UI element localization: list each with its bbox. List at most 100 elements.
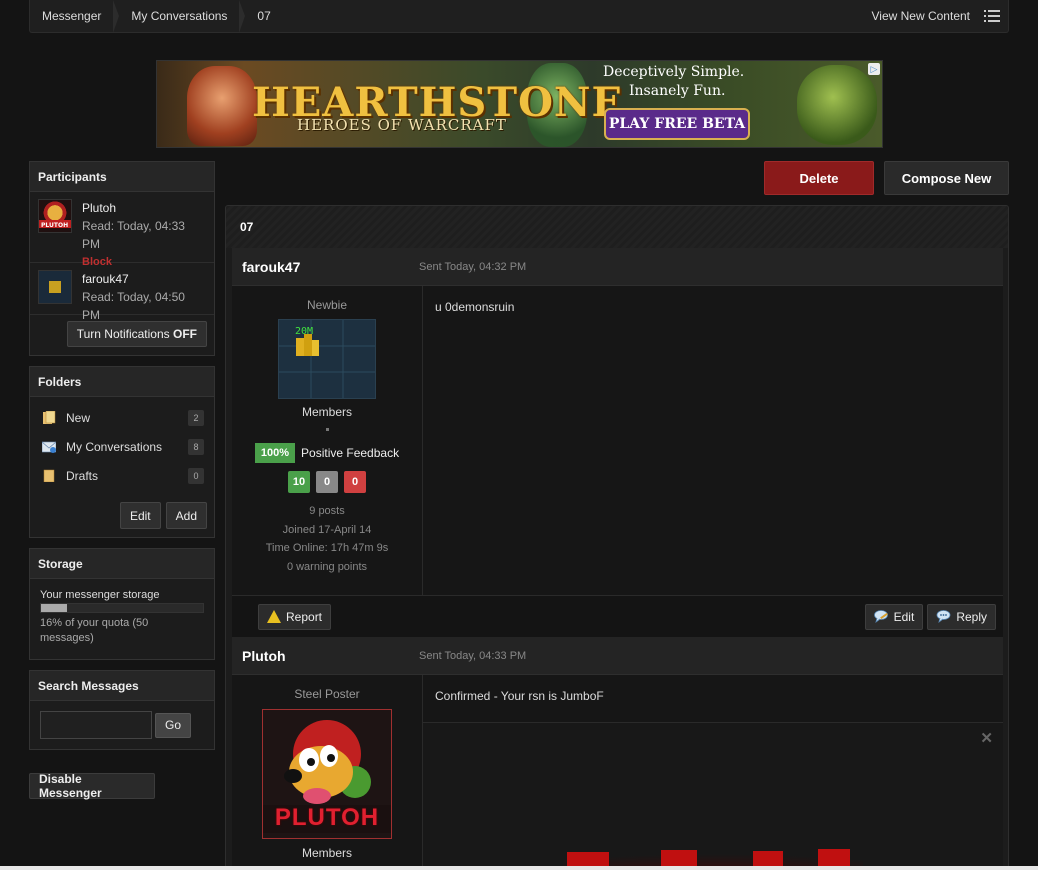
author-avatar[interactable]: 20M bbox=[278, 319, 376, 399]
hero-portrait-image bbox=[187, 66, 257, 146]
play-free-beta-button[interactable]: PLAY FREE BETA bbox=[604, 108, 750, 140]
message-content: u 0demonsruin bbox=[435, 300, 515, 314]
feedback-percentage: 100% bbox=[254, 443, 296, 463]
edit-label: Edit bbox=[893, 609, 915, 624]
hearthstone-subtitle: HEROES OF WARCRAFT bbox=[297, 116, 507, 134]
post-author-name[interactable]: Plutoh bbox=[242, 648, 419, 664]
participant-read-time: Read: Today, 04:50 PM bbox=[82, 290, 185, 322]
plutoh-avatar[interactable]: PLUTOH bbox=[38, 199, 72, 233]
folder-item-my-conversations[interactable]: My Conversations 8 bbox=[30, 432, 214, 461]
feedback-label[interactable]: Positive Feedback bbox=[301, 446, 399, 460]
author-warning-points: 0 warning points bbox=[286, 560, 368, 573]
post-header: farouk47 Sent Today, 04:32 PM bbox=[232, 248, 1003, 286]
author-rank: Newbie bbox=[306, 298, 348, 312]
folder-count-badge: 0 bbox=[188, 467, 204, 484]
window-bottom-edge bbox=[0, 866, 1038, 870]
ad-tagline-1: Deceptively Simple. bbox=[603, 64, 745, 80]
folder-drafts-icon bbox=[43, 469, 55, 482]
message-post: farouk47 Sent Today, 04:32 PM Newbie 20M… bbox=[232, 248, 1003, 637]
author-group: Members bbox=[301, 846, 352, 860]
edit-bubble-icon bbox=[873, 610, 888, 623]
disable-messenger-button[interactable]: Disable Messenger bbox=[29, 772, 155, 800]
storage-title: Storage bbox=[30, 549, 214, 579]
message-post: Plutoh Sent Today, 04:33 PM Steel Poster bbox=[232, 637, 1003, 869]
edit-folders-button[interactable]: Edit bbox=[119, 502, 161, 529]
author-post-count: 9 posts bbox=[309, 505, 345, 517]
participant-name[interactable]: Plutoh bbox=[82, 199, 206, 217]
breadcrumb-bar: Messenger My Conversations 07 View New C… bbox=[29, 0, 1009, 33]
mail-icon bbox=[42, 441, 56, 453]
neutral-feedback-count: 0 bbox=[316, 471, 338, 493]
folder-label: Drafts bbox=[66, 468, 99, 483]
notifications-state: OFF bbox=[173, 327, 197, 341]
avatar-overlay-text: 20M bbox=[295, 326, 314, 337]
message-content: Confirmed - Your rsn is JumboF bbox=[423, 675, 1003, 723]
separator-dot bbox=[325, 428, 329, 431]
report-button[interactable]: Report bbox=[258, 603, 332, 630]
folder-new-icon bbox=[43, 411, 56, 424]
add-folder-button[interactable]: Add bbox=[165, 502, 207, 529]
avatar-overlay-text: PLUTOH bbox=[274, 804, 380, 831]
participant-name[interactable]: farouk47 bbox=[82, 270, 206, 288]
toggle-notifications-button[interactable]: Turn Notifications OFF bbox=[66, 321, 207, 347]
folder-label: My Conversations bbox=[66, 439, 163, 454]
view-new-content-link[interactable]: View New Content bbox=[872, 9, 971, 23]
search-go-button[interactable]: Go bbox=[155, 712, 191, 738]
author-rank: Steel Poster bbox=[294, 687, 360, 701]
post-date: Sent Today, 04:32 PM bbox=[419, 260, 527, 273]
author-avatar[interactable]: PLUTOH bbox=[262, 709, 392, 839]
folder-item-new[interactable]: New 2 bbox=[30, 403, 214, 432]
search-panel: Search Messages Go bbox=[29, 670, 215, 750]
block-user-link[interactable]: Block bbox=[82, 253, 206, 271]
notifications-button-label: Turn Notifications bbox=[76, 327, 173, 341]
storage-progress-fill bbox=[41, 604, 67, 612]
participant-item: farouk47 Read: Today, 04:50 PM bbox=[30, 263, 214, 322]
delete-conversation-button[interactable]: Delete bbox=[764, 161, 874, 195]
ad-tagline-2: Insanely Fun. bbox=[629, 83, 726, 99]
participants-panel: Participants PLUTOH Plutoh Read: Today, … bbox=[29, 161, 215, 356]
participants-title: Participants bbox=[30, 162, 214, 192]
storage-label: Your messenger storage bbox=[40, 589, 160, 601]
folders-title: Folders bbox=[30, 367, 214, 397]
search-title: Search Messages bbox=[30, 671, 214, 701]
close-icon[interactable]: ✕ bbox=[980, 729, 993, 747]
storage-panel: Storage Your messenger storage 16% of yo… bbox=[29, 548, 215, 660]
author-info: Steel Poster PLUTOH Members bbox=[232, 675, 423, 869]
post-date: Sent Today, 04:33 PM bbox=[419, 649, 527, 662]
author-joined: Joined 17-April 14 bbox=[282, 523, 372, 536]
positive-feedback-count: 10 bbox=[288, 471, 310, 493]
folder-item-drafts[interactable]: Drafts 0 bbox=[30, 461, 214, 490]
post-author-name[interactable]: farouk47 bbox=[242, 259, 419, 275]
list-menu-icon[interactable] bbox=[984, 10, 1000, 22]
folder-label: New bbox=[66, 410, 91, 425]
search-messages-input[interactable] bbox=[40, 711, 152, 739]
folder-count-badge: 2 bbox=[188, 409, 204, 426]
advertisement-banner[interactable]: HEARTHSTONE HEROES OF WARCRAFT Deceptive… bbox=[156, 60, 883, 148]
storage-quota-text: 16% of your quota (50 messages) bbox=[40, 617, 149, 644]
reply-label: Reply bbox=[956, 609, 987, 624]
conversation-title: 07 bbox=[226, 206, 1008, 248]
breadcrumb-messenger[interactable]: Messenger bbox=[30, 0, 120, 33]
farouk47-avatar[interactable] bbox=[38, 270, 72, 304]
participant-read-time: Read: Today, 04:33 PM bbox=[82, 219, 185, 251]
author-time-online: Time Online: 17h 47m 9s bbox=[265, 542, 389, 554]
participant-item: PLUTOH Plutoh Read: Today, 04:33 PM Bloc… bbox=[30, 192, 214, 268]
report-label: Report bbox=[286, 609, 323, 624]
adchoices-icon[interactable]: ▷ bbox=[868, 63, 880, 75]
storage-progress-bar bbox=[40, 603, 204, 613]
edit-post-button[interactable]: Edit bbox=[864, 603, 924, 630]
warning-icon bbox=[267, 610, 281, 623]
svg-text:PLUTOH: PLUTOH bbox=[41, 222, 68, 229]
breadcrumb-current: 07 bbox=[257, 9, 271, 23]
orc-portrait-image bbox=[797, 65, 877, 145]
author-info: Newbie 20M Members 100% Positive Feedbac… bbox=[232, 286, 423, 595]
author-group: Members bbox=[301, 405, 352, 419]
breadcrumb-my-conversations[interactable]: My Conversations bbox=[119, 0, 246, 33]
compose-new-button[interactable]: Compose New bbox=[884, 161, 1009, 195]
embedded-image: ✕ bbox=[423, 723, 1003, 869]
post-header: Plutoh Sent Today, 04:33 PM bbox=[232, 637, 1003, 675]
reply-button[interactable]: Reply bbox=[927, 603, 996, 630]
conversation-panel: 07 farouk47 Sent Today, 04:32 PM Newbie bbox=[225, 205, 1009, 870]
post-footer: Report Edit Reply bbox=[232, 595, 1003, 637]
folders-panel: Folders New 2 My Conversations 8 Drafts … bbox=[29, 366, 215, 538]
